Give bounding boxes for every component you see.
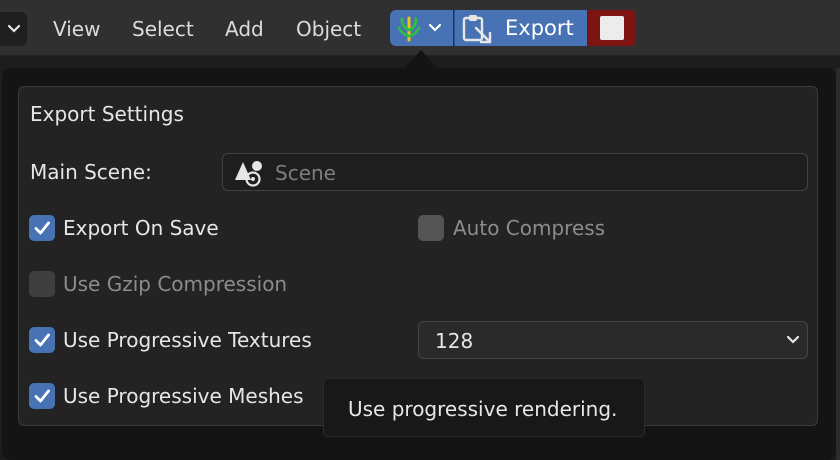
export-button-label: Export [505, 16, 574, 40]
chevron-down-icon [428, 23, 442, 32]
auto-compress-label: Auto Compress [453, 216, 606, 240]
auto-compress-checkbox[interactable] [418, 215, 444, 241]
tooltip: Use progressive rendering. [323, 378, 645, 437]
menu-object[interactable]: Object [296, 14, 361, 44]
chevron-down-icon [786, 335, 800, 344]
checkmark-icon [34, 389, 50, 403]
panel-title: Export Settings [30, 102, 184, 126]
menu-view[interactable]: View [53, 14, 100, 44]
progressive-textures-label: Use Progressive Textures [63, 328, 312, 352]
checkmark-icon [34, 221, 50, 235]
menu-select[interactable]: Select [132, 14, 194, 44]
tooltip-text: Use progressive rendering. [348, 397, 618, 421]
stop-button[interactable] [588, 10, 636, 46]
plant-sprout-icon [397, 16, 421, 42]
editor-type-dropdown[interactable] [0, 12, 27, 46]
main-scene-label: Main Scene: [30, 160, 152, 184]
main-scene-field[interactable]: Scene [222, 153, 808, 191]
use-gzip-checkbox[interactable] [29, 271, 55, 297]
texture-size-value: 128 [435, 329, 474, 353]
stop-square-icon [600, 16, 624, 40]
scene-icon [235, 161, 262, 187]
export-clipboard-icon [462, 15, 492, 44]
export-button[interactable]: Export [454, 10, 587, 46]
use-gzip-label: Use Gzip Compression [63, 272, 288, 296]
progressive-textures-checkbox[interactable] [29, 327, 55, 353]
checkmark-icon [34, 333, 50, 347]
main-scene-value: Scene [275, 161, 336, 185]
addon-dropdown[interactable] [390, 10, 453, 46]
header-bar: View Select Add Object Export [0, 0, 840, 56]
chevron-down-icon [7, 24, 20, 33]
progressive-meshes-checkbox[interactable] [29, 383, 55, 409]
texture-size-select[interactable]: 128 [418, 321, 808, 359]
export-on-save-checkbox[interactable] [29, 215, 55, 241]
viewport-edge [836, 68, 840, 460]
export-on-save-label: Export On Save [63, 216, 219, 240]
menu-add[interactable]: Add [225, 14, 264, 44]
progressive-meshes-label: Use Progressive Meshes [63, 384, 304, 408]
export-settings-panel [18, 86, 818, 426]
